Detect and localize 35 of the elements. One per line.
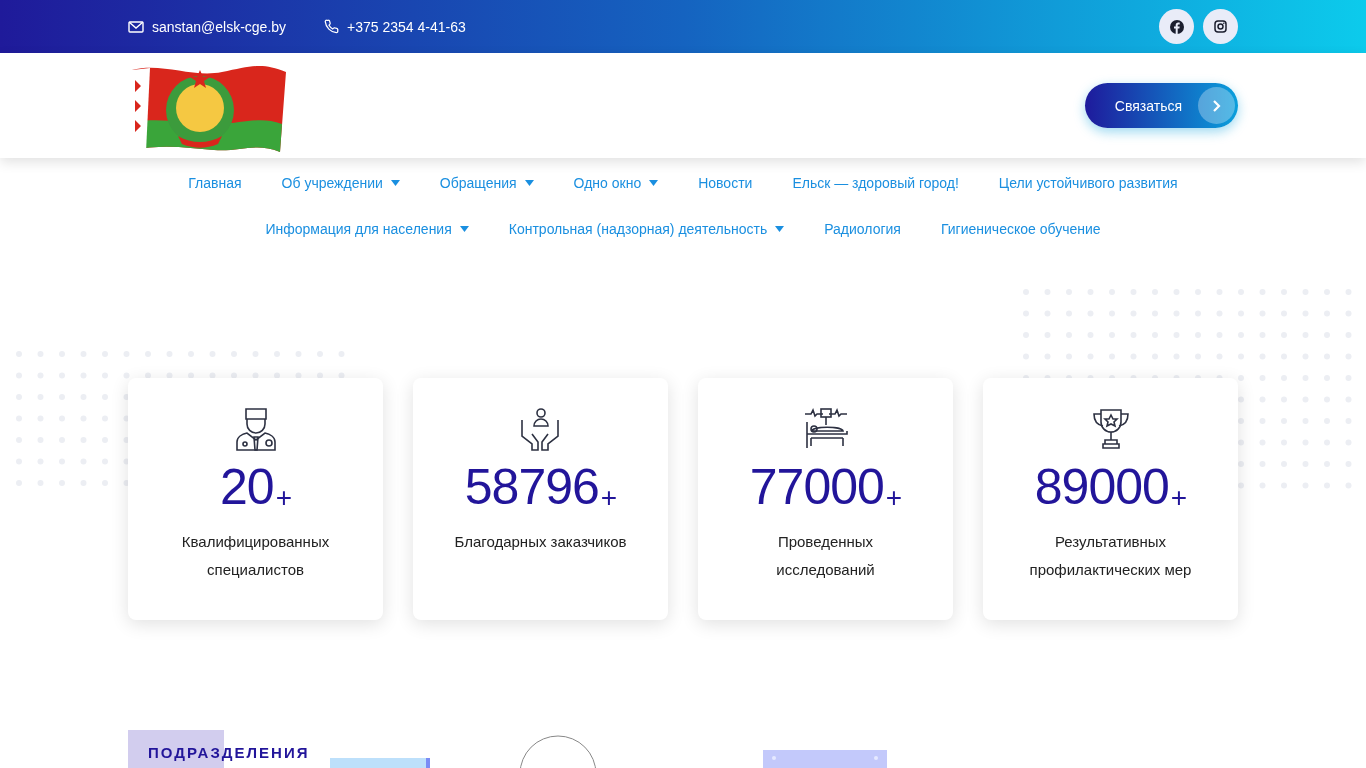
nav-link[interactable]: Радиология <box>804 221 921 237</box>
nav-link[interactable]: Обращения <box>419 175 554 191</box>
caret-icon <box>459 226 469 232</box>
stat-label: Квалифицированных специалистов <box>180 532 331 580</box>
stat-label: Благодарных заказчиков <box>453 532 628 552</box>
section-label: ПОДРАЗДЕЛЕНИЯ <box>128 730 310 768</box>
caret-icon <box>649 180 659 186</box>
nav-link[interactable]: Одно окно <box>553 175 679 191</box>
stat-label: Результативных профилактических мер <box>1028 532 1193 580</box>
caret-icon <box>524 180 534 186</box>
facebook-button[interactable] <box>1159 9 1194 44</box>
phone-text[interactable]: +375 2354 4-41-63 <box>324 18 466 35</box>
nav-link[interactable]: Ельск — здоровый город! <box>772 175 979 191</box>
nav-link[interactable]: Цели устойчивого развития <box>978 175 1198 191</box>
stat-number: 77000+ <box>749 462 902 512</box>
contact-button[interactable]: Связаться <box>1084 83 1238 128</box>
nav-link[interactable]: Главная <box>168 175 262 191</box>
chevron-right-icon <box>1211 98 1222 113</box>
facebook-icon <box>1169 19 1184 34</box>
instagram-icon <box>1214 20 1227 33</box>
nav-link[interactable]: Об учреждении <box>261 175 420 191</box>
stat-number: 89000+ <box>1034 462 1187 512</box>
stat-number: 20+ <box>220 462 291 512</box>
caret-icon <box>775 226 785 232</box>
mail-icon <box>128 20 144 33</box>
nav-link[interactable]: Контрольная (надзорная) деятельность <box>488 221 805 237</box>
stat-number: 58796+ <box>464 462 617 512</box>
nav-link[interactable]: Гигиеническое обучение <box>920 221 1121 237</box>
instagram-button[interactable] <box>1203 9 1238 44</box>
nav-link[interactable]: Новости <box>678 175 773 191</box>
email-text[interactable]: sanstan@elsk-cge.by <box>128 18 287 35</box>
phone-icon <box>324 19 340 34</box>
nav-link[interactable]: Информация для населения <box>245 221 489 237</box>
caret-icon <box>390 180 400 186</box>
stat-label: Проведенных исследований <box>775 532 876 580</box>
